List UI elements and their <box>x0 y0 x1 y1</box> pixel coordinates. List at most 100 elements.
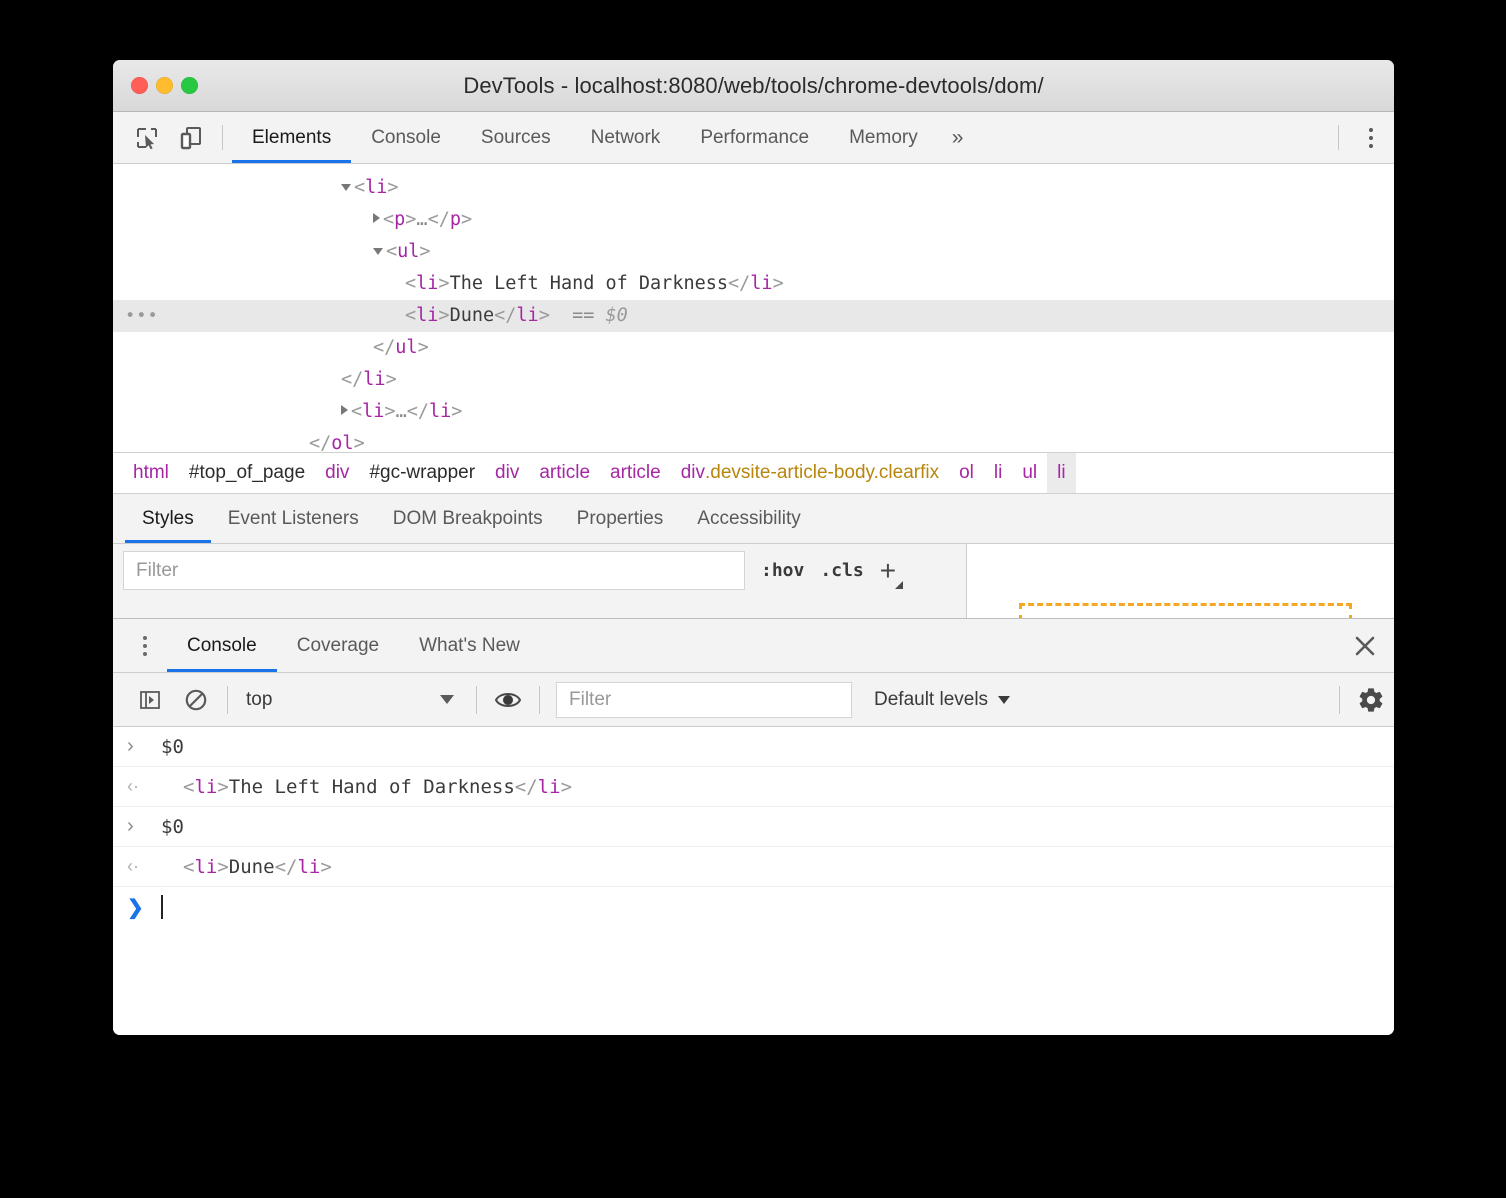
close-icon[interactable] <box>1336 619 1394 672</box>
expand-triangle-icon[interactable] <box>341 405 348 415</box>
styles-filter-input[interactable]: Filter <box>123 551 745 590</box>
breadcrumb-label: html <box>133 462 169 483</box>
drawer-kebab-menu-icon[interactable] <box>123 619 167 672</box>
tab-accessibility[interactable]: Accessibility <box>680 494 817 543</box>
breadcrumb-label: ol <box>959 462 974 483</box>
breadcrumb-item-div[interactable]: div <box>315 453 359 493</box>
dom-node[interactable]: </ol> <box>113 428 1394 452</box>
dom-node-token: > <box>438 305 450 326</box>
dom-node-selected[interactable]: ••• <li>Dune</li> == $0 <box>113 300 1394 332</box>
console-token: </ <box>514 775 538 798</box>
tab-elements[interactable]: Elements <box>232 112 352 163</box>
console-context-value: top <box>246 688 273 710</box>
dom-node[interactable]: <li> <box>113 172 1394 204</box>
text-cursor <box>161 895 163 919</box>
breadcrumb-label: article <box>539 462 591 483</box>
tab-sources-label: Sources <box>480 126 551 148</box>
console-sidebar-icon[interactable] <box>127 673 173 726</box>
dom-node[interactable]: <ul> <box>113 236 1394 268</box>
dom-node-token: li <box>416 305 439 326</box>
tab-performance[interactable]: Performance <box>680 112 829 163</box>
console-toolbar: top Filter Default levels <box>113 673 1394 727</box>
dom-node-overflow-marker[interactable]: ••• <box>125 300 159 332</box>
dom-node-token: The Left Hand of Darkness <box>449 273 729 294</box>
close-window-button[interactable] <box>131 77 148 94</box>
breadcrumb-item-article[interactable]: article <box>600 453 671 493</box>
breadcrumb-tag: div <box>680 462 706 483</box>
console-message-input: › $0 <box>113 727 1394 767</box>
gear-icon[interactable] <box>1348 686 1394 714</box>
live-expression-icon[interactable] <box>485 673 531 726</box>
breadcrumb-item--top-of-page[interactable]: #top_of_page <box>179 453 315 493</box>
prompt-chevron-icon: › <box>127 815 134 837</box>
console-token: li <box>537 775 561 798</box>
console-token: > <box>320 855 332 878</box>
tab-dom-breakpoints[interactable]: DOM Breakpoints <box>376 494 560 543</box>
tab-network-label: Network <box>590 126 661 148</box>
dom-node-token: … <box>416 209 428 230</box>
dom-node-token: li <box>416 273 439 294</box>
console-token: li <box>297 855 321 878</box>
hov-button[interactable]: :hov <box>761 560 804 581</box>
tab-styles[interactable]: Styles <box>125 494 211 543</box>
console-message-list[interactable]: › $0 ‹· <li>The Left Hand of Darkness</li> ›… <box>113 727 1394 1035</box>
kebab-menu-icon[interactable] <box>1348 112 1394 163</box>
dom-node[interactable]: <li>The Left Hand of Darkness</li> <box>113 268 1394 300</box>
zoom-window-button[interactable] <box>181 77 198 94</box>
new-style-rule-button[interactable]: + <box>880 555 904 589</box>
dom-node[interactable]: </li> <box>113 364 1394 396</box>
drawer-tab-console[interactable]: Console <box>167 619 277 672</box>
toolbar-divider-right <box>1338 125 1339 150</box>
dom-node[interactable]: <li>…</li> <box>113 396 1394 428</box>
tab-memory[interactable]: Memory <box>829 112 938 163</box>
expand-triangle-icon[interactable] <box>373 213 380 223</box>
console-context-select[interactable]: top <box>236 673 468 726</box>
breadcrumb-item-article[interactable]: article <box>529 453 600 493</box>
tab-event-listeners[interactable]: Event Listeners <box>211 494 376 543</box>
tab-sources[interactable]: Sources <box>461 112 571 163</box>
breadcrumb-item-html[interactable]: html <box>123 453 179 493</box>
dom-node-token: < <box>351 401 363 422</box>
toolbar-divider <box>222 125 223 150</box>
more-tabs-icon[interactable]: » <box>938 112 978 163</box>
clear-console-icon[interactable] <box>173 673 219 726</box>
chevron-down-icon <box>440 695 454 704</box>
devtools-window: DevTools - localhost:8080/web/tools/chro… <box>113 60 1394 1035</box>
drawer-tab-whats-new[interactable]: What's New <box>399 619 540 672</box>
breadcrumb-item-ol[interactable]: ol <box>949 453 984 493</box>
breadcrumb-label: #top_of_page <box>188 462 306 483</box>
collapse-triangle-icon[interactable] <box>341 184 351 191</box>
dom-node-token: > <box>385 369 397 390</box>
dom-tree-panel[interactable]: <li> <p>…</p> <ul> <li>The Left Hand of Dar… <box>113 164 1394 452</box>
console-prompt[interactable]: ❯ <box>113 887 1394 927</box>
breadcrumb-item-div[interactable]: div <box>485 453 529 493</box>
breadcrumb[interactable]: html #top_of_page div #gc-wrapper div article… <box>113 452 1394 494</box>
dom-node[interactable]: <p>…</p> <box>113 204 1394 236</box>
minimize-window-button[interactable] <box>156 77 173 94</box>
breadcrumb-item-li[interactable]: li <box>1047 453 1076 493</box>
console-token: The Left Hand of Darkness <box>228 775 515 798</box>
tab-accessibility-label: Accessibility <box>697 507 801 529</box>
inspect-element-icon[interactable] <box>125 112 169 163</box>
tab-elements-label: Elements <box>252 126 332 148</box>
breadcrumb-item-div-devsite-article-body-clearfix[interactable]: div .devsite-article-body.clearfix <box>671 453 949 493</box>
collapse-triangle-icon[interactable] <box>373 248 383 255</box>
dom-node-token: $0 <box>594 305 628 326</box>
tab-network[interactable]: Network <box>571 112 681 163</box>
console-token: < <box>183 855 195 878</box>
drawer-tab-coverage[interactable]: Coverage <box>277 619 399 672</box>
device-toolbar-icon[interactable] <box>169 112 213 163</box>
tab-console[interactable]: Console <box>351 112 461 163</box>
tab-properties[interactable]: Properties <box>560 494 681 543</box>
cls-button[interactable]: .cls <box>820 560 863 581</box>
styles-rules-area: Filter :hov .cls + <box>113 544 967 619</box>
console-filter-input[interactable]: Filter <box>556 681 852 718</box>
breadcrumb-item--gc-wrapper[interactable]: #gc-wrapper <box>359 453 485 493</box>
drawer-tab-console-label: Console <box>187 634 257 656</box>
toolbar-right-group <box>1329 112 1394 163</box>
breadcrumb-label: ul <box>1022 462 1038 483</box>
breadcrumb-item-ul[interactable]: ul <box>1012 453 1047 493</box>
dom-node[interactable]: </ul> <box>113 332 1394 364</box>
console-levels-select[interactable]: Default levels <box>874 689 1011 711</box>
breadcrumb-item-li[interactable]: li <box>984 453 1012 493</box>
